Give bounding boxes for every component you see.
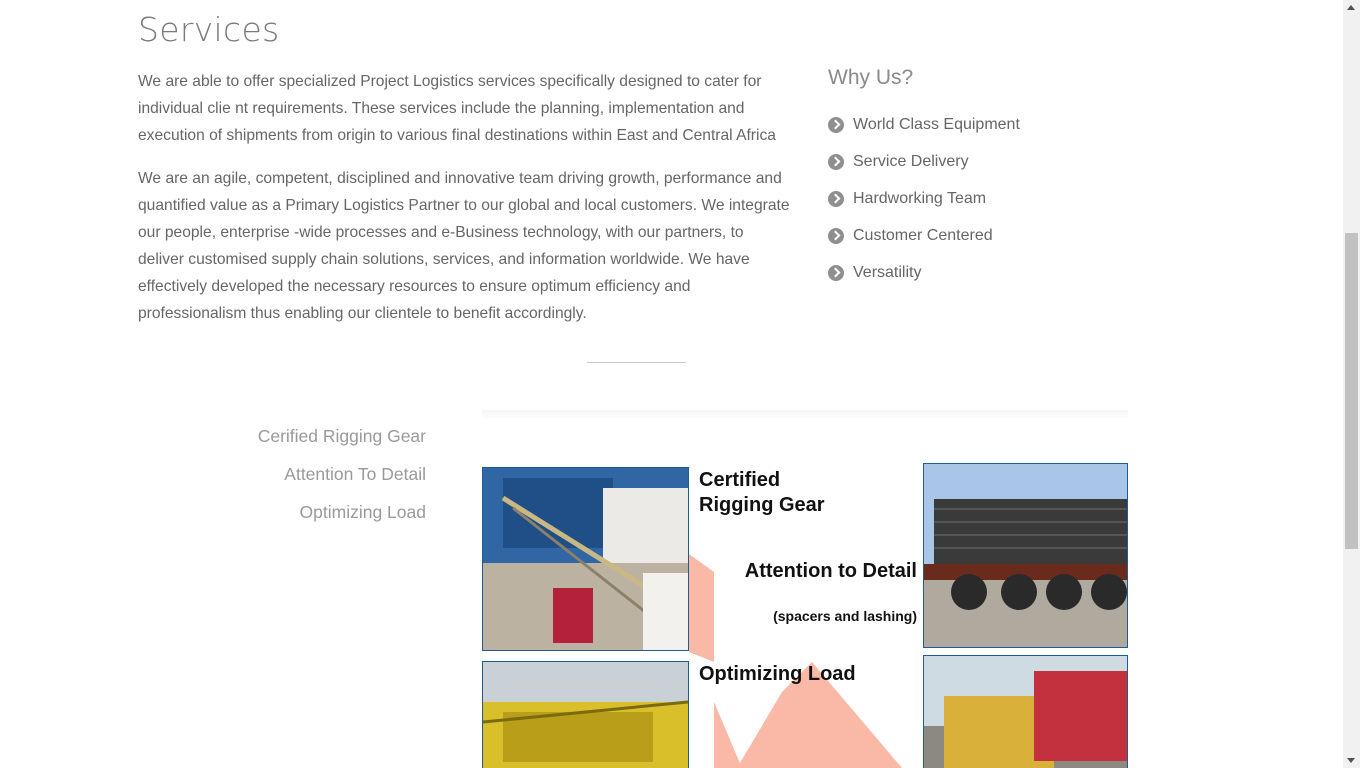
truck-photo xyxy=(923,463,1128,648)
services-graphic: Certified Rigging Gear Attention to Deta… xyxy=(482,462,1128,768)
why-us-item-label: Customer Centered xyxy=(853,226,993,244)
page: Services We are able to offer specialize… xyxy=(0,0,1343,768)
chevron-circle-right-icon xyxy=(828,153,844,170)
why-us-item: Service Delivery xyxy=(828,143,1020,180)
why-us-item-label: Hardworking Team xyxy=(853,189,987,207)
chevron-circle-right-icon xyxy=(828,190,844,207)
about-paragraph: We are an agile, competent, disciplined … xyxy=(138,170,790,322)
why-us-item-label: Versatility xyxy=(853,263,922,281)
graphic-label-attention: Attention to Detail xyxy=(744,560,917,582)
scroll-down-icon[interactable] xyxy=(1347,758,1355,763)
service-tabs: Cerified Rigging Gear Attention To Detai… xyxy=(258,423,426,537)
why-us-item: Customer Centered xyxy=(828,217,1020,254)
scroll-thumb[interactable] xyxy=(1345,233,1358,549)
why-us-item-label: Service Delivery xyxy=(853,152,969,170)
why-us-item: World Class Equipment xyxy=(828,106,1020,143)
why-us-item-label: World Class Equipment xyxy=(853,115,1020,133)
chevron-circle-right-icon xyxy=(828,264,844,281)
dump-body-photo xyxy=(923,655,1128,768)
why-us-item: Versatility xyxy=(828,254,1020,291)
graphic-label-optimizing: Optimizing Load xyxy=(699,663,856,685)
tab-attention-to-detail[interactable]: Attention To Detail xyxy=(258,461,426,499)
scroll-up-icon[interactable] xyxy=(1347,5,1355,10)
vertical-scrollbar[interactable] xyxy=(1343,0,1360,768)
chevron-circle-right-icon xyxy=(828,116,844,133)
tab-optimizing-load[interactable]: Optimizing Load xyxy=(258,499,426,537)
why-us-item: Hardworking Team xyxy=(828,180,1020,217)
why-us-title: Why Us? xyxy=(828,66,914,89)
tab-certified-rigging-gear[interactable]: Cerified Rigging Gear xyxy=(258,423,426,461)
graphic-label-attention-sub: (spacers and lashing) xyxy=(773,608,917,624)
intro-paragraph: We are able to offer specialized Project… xyxy=(138,73,776,144)
why-us-list: World Class Equipment Service Delivery H… xyxy=(828,106,1020,291)
rigging-photo xyxy=(482,467,689,651)
load-photo xyxy=(482,661,689,768)
chevron-circle-right-icon xyxy=(828,227,844,244)
section-title: Services xyxy=(138,10,280,49)
section-divider xyxy=(587,362,686,363)
graphic-label-certified: Certified Rigging Gear xyxy=(699,469,825,516)
tab-panel-top xyxy=(482,410,1128,418)
